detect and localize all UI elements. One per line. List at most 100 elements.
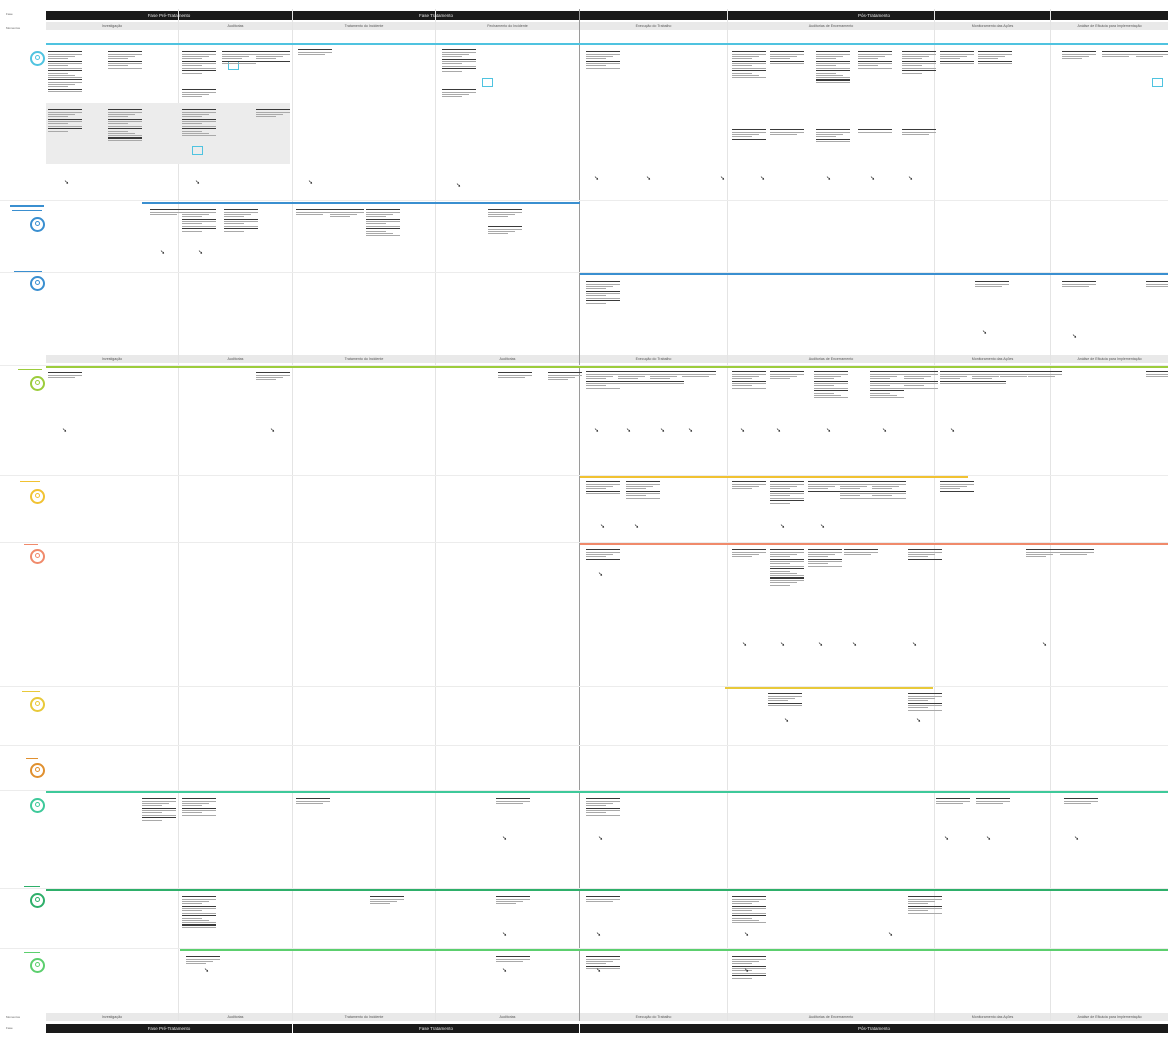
note-card [442,88,476,99]
arrow-cursor-icon: ➘ [308,180,314,186]
arrow-cursor-icon: ➘ [660,428,666,434]
note-card [840,480,874,500]
note-card [1102,50,1136,58]
stage-mid-1: Investigação [46,355,178,363]
badge-icon [192,146,203,155]
stage-mid-5: Execução do Trabalho [580,355,727,363]
arrow-cursor-icon: ➘ [1072,334,1078,340]
lane-line-6 [580,543,1168,545]
stage-mid-3: Tratamento do Incidente [293,355,435,363]
note-card [256,50,290,63]
note-card [858,50,892,70]
arrow-cursor-icon: ➘ [986,836,992,842]
note-card [330,208,364,219]
arrow-cursor-icon: ➘ [195,180,201,186]
note-card [770,480,804,505]
arrow-cursor-icon: ➘ [198,250,204,256]
note-card [908,895,942,915]
stage-bottom-3: Tratamento do Incidente [293,1013,435,1021]
arrow-cursor-icon: ➘ [982,330,988,336]
arrow-cursor-icon: ➘ [780,524,786,530]
note-card [844,548,878,556]
note-card [770,50,804,65]
arrow-cursor-icon: ➘ [502,968,508,974]
lane-line-7 [725,687,933,689]
arrow-cursor-icon: ➘ [908,176,914,182]
note-card [770,370,804,381]
arrow-cursor-icon: ➘ [826,428,832,434]
note-card [936,797,970,805]
stage-bottom-6: Auditorias de Encerramento [728,1013,934,1021]
phase-header-2: Fase Tratamento [293,11,579,20]
note-card [872,480,906,500]
note-card [586,480,620,495]
stage-top-3: Tratamento do Incidente [293,22,435,30]
note-card [732,370,766,390]
person-icon [30,798,45,813]
note-card [902,50,936,75]
stage-bottom-5: Execução do Trabalho [580,1013,727,1021]
stage-top-7: Monitoramento das Ações [935,22,1050,30]
arrow-cursor-icon: ➘ [64,180,70,186]
person-icon [30,893,45,908]
note-card [940,480,974,493]
arrow-cursor-icon: ➘ [742,642,748,648]
note-card [48,78,82,93]
note-card [732,50,766,79]
note-card [816,50,850,84]
arrow-cursor-icon: ➘ [888,932,894,938]
person-icon [30,958,45,973]
note-card [976,797,1010,805]
person-icon [30,697,45,712]
person-icon [30,217,45,232]
note-card [1146,280,1168,288]
note-card [1060,548,1094,556]
arrow-cursor-icon: ➘ [1042,642,1048,648]
note-card [48,50,82,79]
arrow-cursor-icon: ➘ [62,428,68,434]
note-card [586,548,620,561]
arrow-cursor-icon: ➘ [456,183,462,189]
stage-bottom-4: Auditorias [436,1013,579,1021]
note-card [732,548,766,559]
note-card [1062,280,1096,288]
note-card [370,895,404,906]
lane-line-11 [180,949,1168,951]
person-icon [30,51,45,66]
note-card [978,50,1012,65]
note-card [682,370,716,378]
note-card [548,371,582,382]
phase-header-3: Pós-Tratamento [580,11,1168,20]
note-card [1026,548,1060,559]
lane-line-10 [46,889,1168,891]
stage-mid-4: Auditorias [436,355,579,363]
note-card [586,50,620,70]
arrow-cursor-icon: ➘ [852,642,858,648]
note-card [1136,50,1168,58]
arrow-cursor-icon: ➘ [688,428,694,434]
arrow-cursor-icon: ➘ [826,176,832,182]
arrow-cursor-icon: ➘ [818,642,824,648]
arrow-cursor-icon: ➘ [502,932,508,938]
note-card [908,548,942,561]
person-icon [30,763,45,778]
stage-mid-6: Auditorias de Encerramento [728,355,934,363]
badge-icon [1152,78,1163,87]
person-icon [30,489,45,504]
note-card [298,48,332,56]
note-card [182,50,216,75]
note-card [296,208,330,216]
arrow-cursor-icon: ➘ [502,836,508,842]
arrow-cursor-icon: ➘ [912,642,918,648]
corner-label-fase: Fase [6,12,13,16]
note-card [870,370,904,399]
note-card [858,128,892,134]
note-card [142,797,176,822]
note-card [650,370,684,385]
person-icon [30,276,45,291]
arrow-cursor-icon: ➘ [870,176,876,182]
note-card [256,108,290,119]
arrow-cursor-icon: ➘ [204,968,210,974]
lane-line-2 [142,202,580,204]
corner-label-momentos: Momentos [6,26,21,30]
